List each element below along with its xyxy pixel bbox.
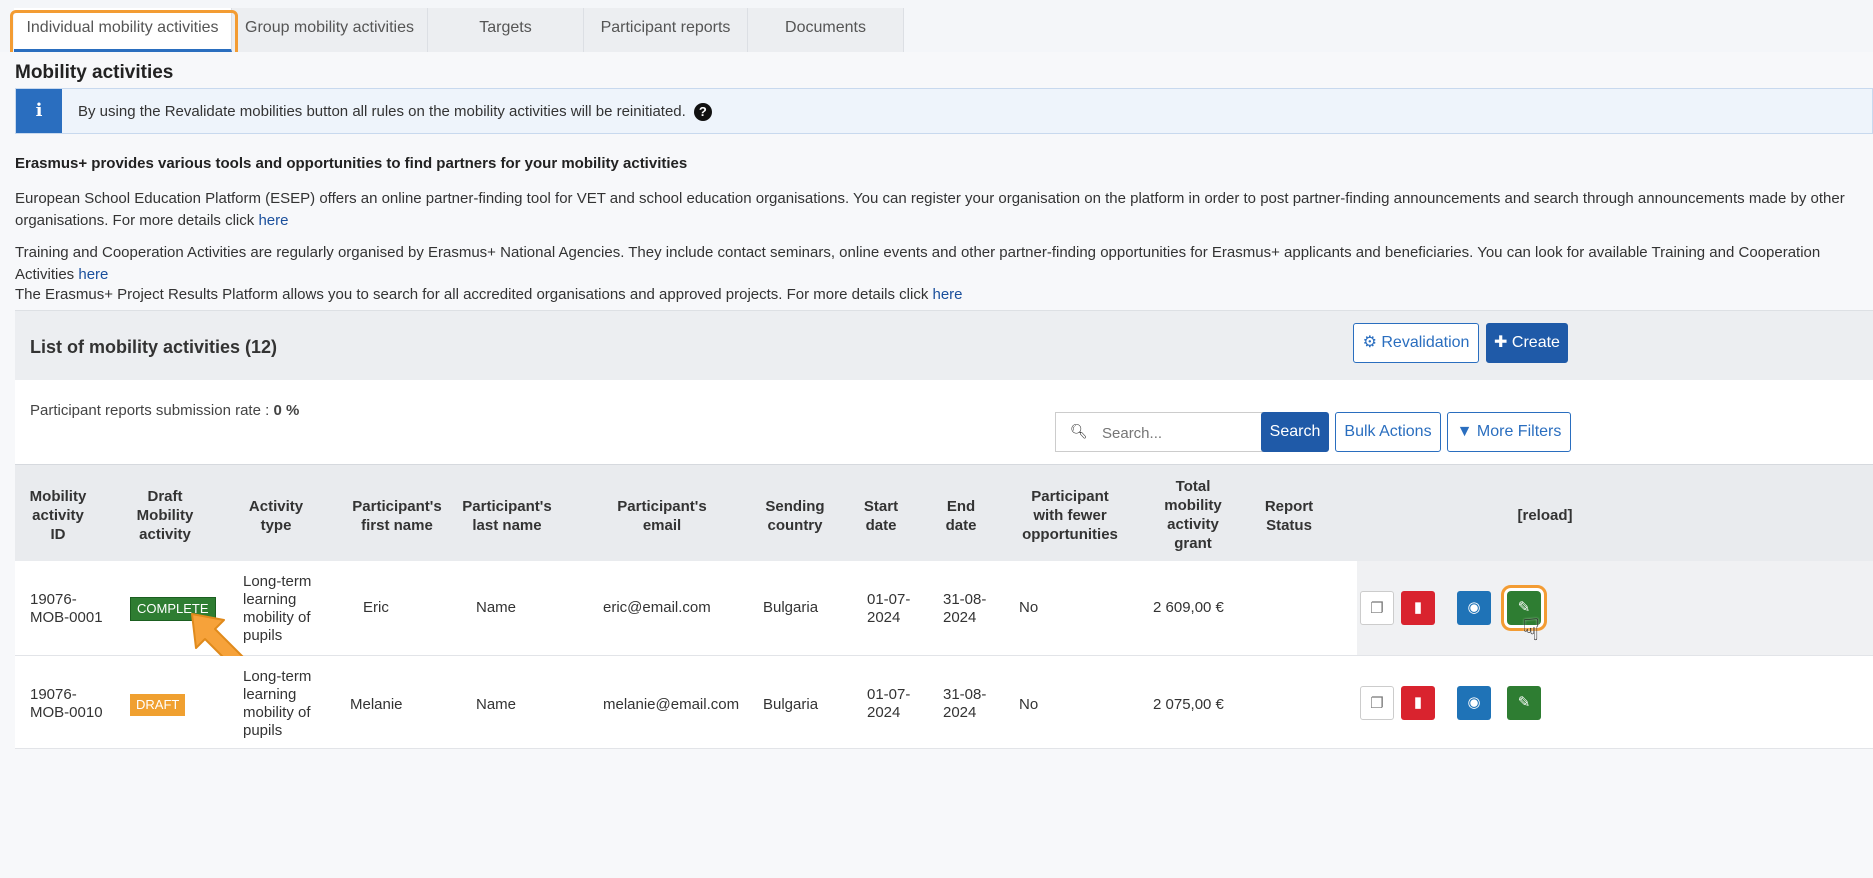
results-platform-paragraph: The Erasmus+ Project Results Platform al… <box>15 284 1865 306</box>
info-box: i By using the Revalidate mobilities but… <box>15 88 1873 134</box>
tca-text: Training and Cooperation Activities are … <box>15 244 1821 283</box>
list-title: List of mobility activities (12) <box>30 337 278 357</box>
first-name: Eric <box>363 599 389 616</box>
trash-icon[interactable]: ▮ <box>1401 591 1435 625</box>
last-name: Name <box>476 599 517 616</box>
table-row: 19076-MOB-0010 DRAFT Long-term learning … <box>15 656 1873 749</box>
trash-icon[interactable]: ▮ <box>1401 686 1435 720</box>
search-box: 🔍︎ <box>1055 412 1277 453</box>
tab-bar: Individual mobility activities Group mob… <box>0 0 1873 52</box>
partners-heading: Erasmus+ provides various tools and oppo… <box>15 155 688 172</box>
last-name: Name <box>476 696 517 713</box>
page-title: Mobility activities <box>15 62 174 83</box>
tab-targets[interactable]: Targets <box>428 8 584 52</box>
create-button[interactable]: ✚ Create <box>1486 323 1568 363</box>
eye-icon[interactable]: ◉ <box>1457 686 1491 720</box>
end-date: 31-08-2024 <box>943 591 987 626</box>
esep-text: European School Education Platform (ESEP… <box>15 190 1845 229</box>
hand-cursor-icon: ☟ <box>1522 614 1541 647</box>
esep-paragraph: European School Education Platform (ESEP… <box>15 188 1865 232</box>
sending-country: Bulgaria <box>763 696 819 713</box>
col-activity-type[interactable]: Activity type <box>237 497 315 535</box>
col-total-grant[interactable]: Total mobility activity grant <box>1151 477 1235 553</box>
copy-icon[interactable]: ❐ <box>1360 591 1394 625</box>
email: melanie@email.com <box>603 696 740 713</box>
col-end-date[interactable]: End date <box>935 497 987 535</box>
filter-icon: ▼ <box>1456 423 1477 440</box>
more-filters-button[interactable]: ▼ More Filters <box>1447 412 1571 452</box>
col-fewer-opportunities[interactable]: Participant with fewer opportunities <box>1015 487 1125 544</box>
bulk-actions-button[interactable]: Bulk Actions <box>1335 412 1441 452</box>
start-date: 01-07-2024 <box>867 591 911 626</box>
col-mobility-id[interactable]: Mobility activity ID <box>23 487 93 544</box>
first-name: Melanie <box>350 696 403 713</box>
tca-paragraph: Training and Cooperation Activities are … <box>15 242 1865 286</box>
copy-icon[interactable]: ❐ <box>1360 686 1394 720</box>
list-panel-header: List of mobility activities (12) ⚙ Reval… <box>15 310 1873 381</box>
col-first-name[interactable]: Participant's first name <box>341 497 453 535</box>
list-toolbar: Participant reports submission rate : 0 … <box>15 380 1873 464</box>
activity-type: Long-term learning mobility of pupils <box>243 668 312 739</box>
tab-documents[interactable]: Documents <box>748 8 904 52</box>
fewer-opportunities: No <box>1019 599 1039 616</box>
create-label: Create <box>1511 334 1560 351</box>
col-start-date[interactable]: Start date <box>855 497 907 535</box>
mobility-id: 19076-MOB-0010 <box>30 686 103 721</box>
submission-rate: Participant reports submission rate : 0 … <box>30 402 299 419</box>
col-report-status[interactable]: Report Status <box>1251 497 1327 535</box>
tab-individual-mobility[interactable]: Individual mobility activities <box>14 8 232 52</box>
revalidation-label: Revalidation <box>1381 334 1470 351</box>
eye-icon[interactable]: ◉ <box>1457 591 1491 625</box>
row-actions: ❐ ▮ ◉ ✎ <box>1357 656 1873 748</box>
rate-label: Participant reports submission rate : <box>30 402 270 419</box>
gears-icon: ⚙ <box>1362 334 1382 351</box>
mobility-id: 19076-MOB-0001 <box>30 591 103 626</box>
end-date: 31-08-2024 <box>943 686 987 721</box>
start-date: 01-07-2024 <box>867 686 911 721</box>
tab-group-mobility[interactable]: Group mobility activities <box>232 8 428 52</box>
col-sending-country[interactable]: Sending country <box>755 497 835 535</box>
status-badge-draft: DRAFT <box>130 694 186 716</box>
row-actions: ❐ ▮ ◉ ✎ ☟ <box>1357 561 1873 655</box>
info-text: By using the Revalidate mobilities butto… <box>78 103 712 122</box>
revalidation-button[interactable]: ⚙ Revalidation <box>1353 323 1479 363</box>
table-header: Mobility activity ID Draft Mobility acti… <box>15 464 1873 561</box>
info-icon: i <box>16 89 62 133</box>
activity-type: Long-term learning mobility of pupils <box>243 573 312 644</box>
total-grant: 2 609,00 € <box>1153 599 1224 616</box>
col-email[interactable]: Participant's email <box>609 497 715 535</box>
email: eric@email.com <box>603 599 711 616</box>
info-message: By using the Revalidate mobilities butto… <box>78 103 686 120</box>
col-draft[interactable]: Draft Mobility activity <box>125 487 205 544</box>
rate-value: 0 % <box>273 402 300 419</box>
esep-link[interactable]: here <box>258 212 288 229</box>
results-platform-text: The Erasmus+ Project Results Platform al… <box>15 286 929 303</box>
fewer-opportunities: No <box>1019 696 1039 713</box>
help-icon[interactable]: ? <box>693 103 712 122</box>
total-grant: 2 075,00 € <box>1153 696 1224 713</box>
search-button[interactable]: Search <box>1261 412 1329 452</box>
col-last-name[interactable]: Participant's last name <box>451 497 563 535</box>
reload-link[interactable]: [reload] <box>1505 506 1585 525</box>
sending-country: Bulgaria <box>763 599 819 616</box>
search-input[interactable] <box>1100 413 1274 453</box>
tca-link[interactable]: here <box>78 266 108 283</box>
tab-participant-reports[interactable]: Participant reports <box>584 8 748 52</box>
more-filters-label: More Filters <box>1476 423 1562 440</box>
edit-icon[interactable]: ✎ <box>1507 686 1541 720</box>
table-row: 19076-MOB-0001 COMPLETE Long-term learni… <box>15 561 1873 656</box>
search-icon: 🔍︎ <box>1070 423 1088 439</box>
plus-icon: ✚ <box>1494 334 1512 351</box>
results-platform-link[interactable]: here <box>933 286 963 303</box>
